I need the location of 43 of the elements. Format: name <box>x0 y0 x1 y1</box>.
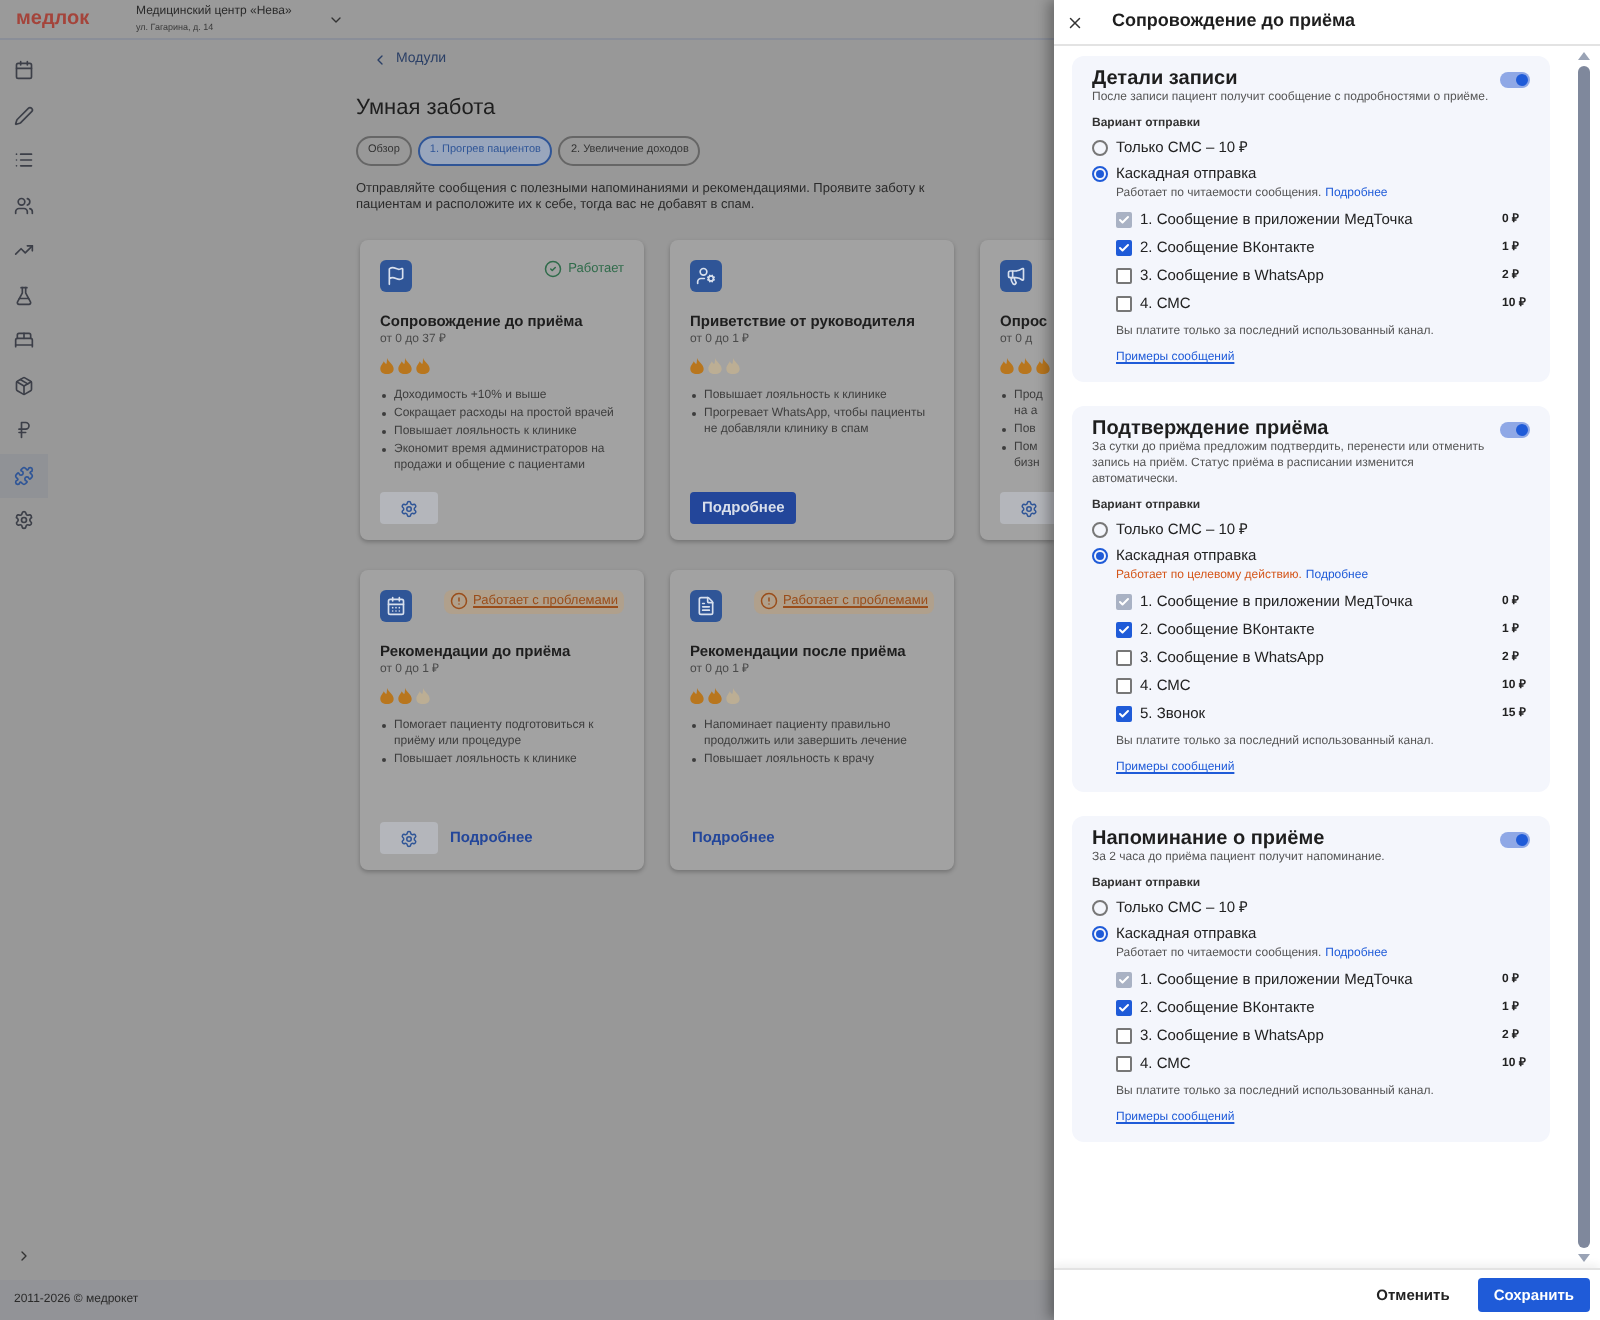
alert-icon <box>449 592 468 611</box>
radio-button[interactable] <box>1092 522 1108 538</box>
settings-button[interactable] <box>1000 492 1054 524</box>
checkbox[interactable] <box>1116 706 1132 722</box>
expand-icon[interactable] <box>16 1248 32 1264</box>
checkbox[interactable] <box>1116 296 1132 312</box>
megaphone-icon <box>1006 266 1026 286</box>
document-icon <box>696 596 716 616</box>
checkbox[interactable] <box>1116 268 1132 284</box>
radio-button[interactable] <box>1092 548 1108 564</box>
close-icon[interactable] <box>1066 13 1084 31</box>
checkbox[interactable] <box>1116 1056 1132 1072</box>
logo: медлок <box>16 6 92 34</box>
page-title: Умная забота <box>356 93 498 123</box>
checkbox[interactable] <box>1116 1028 1132 1044</box>
toggle-switch[interactable] <box>1500 72 1530 88</box>
checkbox[interactable] <box>1116 1000 1132 1016</box>
section-title: Подтверждение приёма <box>1092 422 1329 438</box>
settings-button[interactable] <box>380 822 438 854</box>
back-icon[interactable] <box>372 52 388 69</box>
radio-button[interactable] <box>1092 140 1108 156</box>
checkbox[interactable] <box>1116 240 1132 256</box>
settings-icon <box>400 499 418 517</box>
settings-icon <box>1020 499 1038 517</box>
person-icon <box>696 266 716 286</box>
flag-icon <box>386 266 406 286</box>
radio-button[interactable] <box>1092 900 1108 916</box>
panel-title: Сопровождение до приёма <box>1112 8 1356 35</box>
settings-button[interactable] <box>380 492 438 524</box>
settings-icon <box>400 829 418 847</box>
checkbox[interactable] <box>1116 650 1132 666</box>
radio-button[interactable] <box>1092 926 1108 942</box>
toggle-switch[interactable] <box>1500 422 1530 438</box>
radio-button[interactable] <box>1092 166 1108 182</box>
section-title: Напоминание о приёме <box>1092 832 1325 848</box>
toggle-switch[interactable] <box>1500 832 1530 848</box>
puzzle-icon[interactable] <box>0 453 48 498</box>
section-title: Детали записи <box>1092 72 1238 88</box>
checkbox[interactable] <box>1116 678 1132 694</box>
check-circle-icon <box>544 260 563 279</box>
checkbox[interactable] <box>1116 622 1132 638</box>
calendar-icon <box>386 596 406 616</box>
alert-icon <box>759 592 778 611</box>
